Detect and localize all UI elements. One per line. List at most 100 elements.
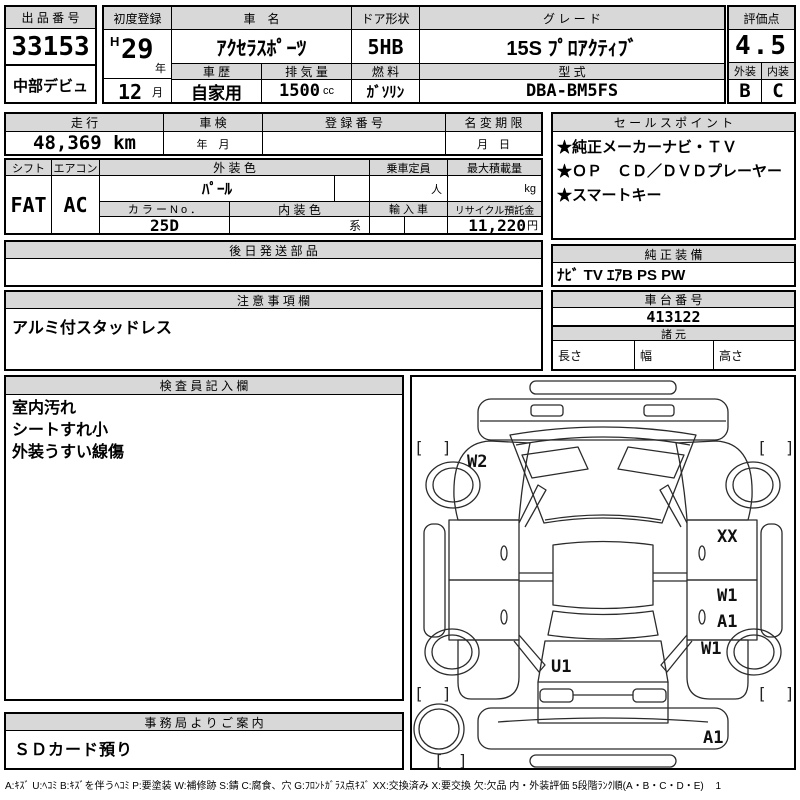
mileage-table: 走 行 車 検 登 録 番 号 名 変 期 限 48,369 km 年 月 月 … (4, 112, 543, 156)
page-number: 1 (716, 781, 722, 792)
inspector-line-1: 室内汚れ (12, 398, 76, 420)
later-parts-label: 後 日 発 送 部 品 (6, 242, 541, 259)
recycle-deposit-label: リサイクル預託金 (448, 202, 541, 217)
interior-grade-value: C (762, 80, 794, 102)
damage-label-a1-door: A1 (717, 612, 737, 632)
bracket-mark: ] (442, 438, 452, 457)
sales-points-label: セ ー ル ス ポ イ ン ト (553, 114, 794, 132)
name-change-value: 月 日 (446, 132, 541, 154)
displacement-number: 1500 (279, 81, 320, 101)
inspector-line-3: 外装うすい線傷 (12, 442, 124, 464)
registration-year: 29 (121, 34, 154, 65)
damage-label-w1-rear: W1 (701, 639, 721, 659)
office-label: 事 務 局 よ り ご 案 内 (6, 714, 402, 731)
model-code-label: 型 式 (420, 63, 724, 80)
vehicle-header-table: 初度登録 H 29 年 12 月 車 名 ドア形状 グ レ ー ド ｱｸｾﾗｽﾎ… (102, 5, 726, 104)
auction-sheet: 出 品 番 号 33153 中部デビュ 初度登録 H 29 年 12 月 車 名… (0, 0, 800, 800)
interior-grade-label: 内装 (762, 63, 794, 80)
displacement-unit: cc (323, 85, 334, 97)
color-no-value: 25D (100, 217, 230, 233)
bracket-mark: [ (414, 684, 424, 703)
legend-row: A:ｷｽﾞ U:ﾍｺﾐ B:ｷｽﾞを伴うﾍｺﾐ P:要塗装 W:補修跡 S:錆 … (5, 777, 798, 792)
lot-label: 出 品 番 号 (6, 7, 95, 29)
exterior-color-value: ﾊﾟｰﾙ (100, 176, 335, 202)
first-registration-year-cell: H 29 年 (104, 30, 172, 78)
damage-diagram-box: W2 XX W1 A1 W1 U1 A1 [ ] [ ] [ ] [ ] [ ] (410, 375, 796, 770)
lot-number: 33153 (6, 30, 95, 66)
era-letter: H (110, 34, 119, 49)
exterior-grade-value: B (729, 80, 762, 102)
first-registration-month-cell: 12 月 (104, 78, 172, 102)
bracket-mark: [ (757, 684, 767, 703)
rating-score: 4.5 (729, 30, 794, 63)
office-value: ＳＤカード預り (14, 736, 133, 760)
equipment-label: 純 正 装 備 (553, 246, 794, 263)
spec-width-label: 幅 (635, 341, 714, 369)
grade-value: 15S ﾌﾟﾛｱｸﾃｨﾌﾞ (420, 30, 724, 63)
history-label: 車 歴 (172, 63, 262, 80)
import-cell-2 (405, 217, 448, 233)
fuel-label: 燃 料 (352, 63, 420, 80)
specs-label: 諸 元 (553, 327, 794, 341)
inspector-label: 検 査 員 記 入 欄 (6, 377, 402, 395)
exterior-grade-label: 外装 (729, 63, 762, 80)
car-name-label: 車 名 (172, 7, 352, 30)
bracket-mark: [ (434, 751, 444, 768)
mileage-value: 48,369 km (6, 132, 164, 154)
bracket-mark: ] (785, 438, 794, 457)
caution-value: アルミ付スタッドレス (12, 314, 172, 338)
name-change-label: 名 変 期 限 (446, 114, 541, 132)
caution-box: 注 意 事 項 欄 アルミ付スタッドレス (4, 290, 543, 371)
interior-color-value: 系 (230, 217, 370, 233)
max-load-label: 最大積載量 (448, 160, 541, 176)
bracket-mark: [ (414, 438, 424, 457)
history-value: 自家用 (172, 80, 262, 102)
recycle-deposit-unit: 円 (527, 217, 538, 233)
spec-height-label: 高さ (714, 341, 794, 369)
sales-point-line-1: ★純正メーカーナビ・ＴＶ (557, 136, 737, 160)
door-shape-value: 5HB (352, 30, 420, 63)
registration-month: 12 (118, 80, 142, 104)
capacity-label: 乗車定員 (370, 160, 448, 176)
damage-label-xx: XX (717, 527, 738, 547)
bracket-mark: ] (785, 684, 794, 703)
caution-label: 注 意 事 項 欄 (6, 292, 541, 309)
later-parts-box: 後 日 発 送 部 品 (4, 240, 543, 287)
chassis-box: 車 台 番 号 413122 諸 元 長さ 幅 高さ (551, 290, 796, 371)
car-diagram: W2 XX W1 A1 W1 U1 A1 [ ] [ ] [ ] [ ] [ ] (412, 377, 794, 768)
rating-box: 評価点 4.5 外装 内装 B C (727, 5, 796, 104)
bracket-mark: ] (442, 684, 452, 703)
inspection-value: 年 月 (164, 132, 263, 154)
sales-point-line-3: ★スマートキー (557, 184, 662, 208)
exterior-color-extra-cell (335, 176, 370, 202)
recycle-deposit-number: 11,220 (468, 217, 526, 233)
door-shape-label: ドア形状 (352, 7, 420, 30)
displacement-value: 1500 cc (262, 80, 352, 102)
inspection-label: 車 検 (164, 114, 263, 132)
spec-length-label: 長さ (553, 341, 635, 369)
import-cell-1 (370, 217, 405, 233)
registration-no-label: 登 録 番 号 (263, 114, 446, 132)
chassis-value: 413122 (553, 308, 794, 327)
max-load-value: kg (448, 176, 541, 202)
sales-point-line-2: ★ＯＰ ＣＤ／ＤＶＤプレーヤー (557, 160, 782, 184)
inspector-line-2: シートすれ小 (12, 420, 108, 442)
interior-color-label: 内 装 色 (230, 202, 370, 217)
lot-box: 出 品 番 号 33153 中部デビュ (4, 5, 97, 104)
damage-label-u1: U1 (551, 657, 571, 677)
registration-no-value (263, 132, 446, 154)
fuel-value: ｶﾞｿﾘﾝ (352, 80, 420, 102)
first-registration-label: 初度登録 (104, 7, 172, 30)
lot-venue: 中部デビュ (6, 68, 95, 102)
damage-label-w1-front: W1 (717, 586, 737, 606)
office-box: 事 務 局 よ り ご 案 内 ＳＤカード預り (4, 712, 404, 770)
month-suffix: 月 (152, 84, 163, 100)
aircon-label: エアコン (52, 160, 100, 176)
capacity-value: 人 (370, 176, 448, 202)
damage-label-a1-bumper: A1 (703, 728, 723, 748)
bracket-mark: ] (458, 751, 468, 768)
exterior-color-label: 外 装 色 (100, 160, 370, 176)
shift-value: FAT (6, 176, 52, 233)
aircon-value: AC (52, 176, 100, 233)
equipment-value: ﾅﾋﾞ TV ｴｱB PS PW (553, 263, 794, 285)
